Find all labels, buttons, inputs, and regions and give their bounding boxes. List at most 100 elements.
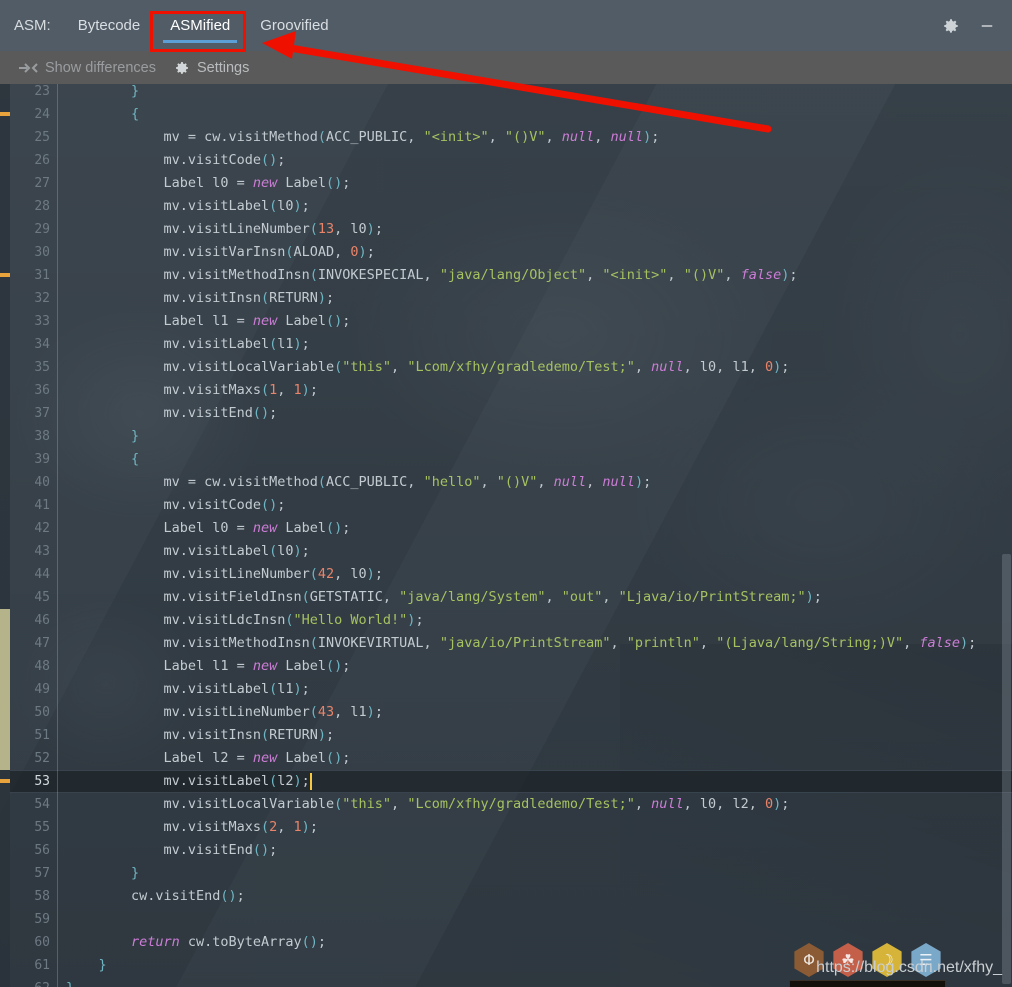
code-token-pl: mv.visitLocalVariable: [163, 796, 335, 812]
line-number: 52: [34, 751, 50, 766]
code-token-pl: ;: [789, 267, 798, 283]
line-number: 43: [34, 544, 50, 559]
show-differences-button[interactable]: Show differences: [18, 60, 156, 76]
code-line[interactable]: mv.visitLineNumber(43, l1);: [163, 701, 383, 724]
code-token-par: ): [358, 244, 367, 260]
code-token-pl: ;: [366, 244, 375, 260]
code-token-str: "<init>": [602, 267, 668, 283]
code-token-pl: , l0: [334, 566, 367, 582]
code-line[interactable]: mv.visitLabel(l0);: [163, 540, 309, 563]
code-token-pl: ACC_PUBLIC,: [326, 474, 424, 490]
code-token-par: (: [260, 382, 270, 398]
code-token-pl: mv.visitCode: [163, 497, 261, 513]
code-token-par: (): [301, 934, 318, 950]
code-line[interactable]: mv.visitFieldInsn(GETSTATIC, "java/lang/…: [163, 586, 821, 609]
gutter-change-bar[interactable]: [0, 609, 10, 770]
code-line[interactable]: mv.visitEnd();: [163, 839, 277, 862]
code-line[interactable]: mv.visitLabel(l1);: [163, 333, 309, 356]
code-line[interactable]: mv.visitLocalVariable("this", "Lcom/xfhy…: [163, 356, 789, 379]
code-token-pl: ,: [277, 819, 294, 835]
code-line[interactable]: Label l0 = new Label();: [163, 517, 350, 540]
code-line[interactable]: mv.visitMaxs(2, 1);: [163, 816, 318, 839]
code-token-pl: l1: [277, 336, 294, 352]
change-marker-gutter[interactable]: [0, 84, 10, 987]
code-line[interactable]: Label l1 = new Label();: [163, 310, 350, 333]
minimize-icon[interactable]: [972, 11, 1002, 41]
gutter-change-mark[interactable]: [0, 112, 10, 116]
code-line[interactable]: mv.visitLabel(l2);: [163, 770, 309, 793]
code-line[interactable]: mv.visitMethodInsn(INVOKESPECIAL, "java/…: [163, 264, 797, 287]
vertical-scrollbar-thumb[interactable]: [1002, 554, 1011, 984]
code-line[interactable]: mv.visitInsn(RETURN);: [163, 724, 334, 747]
code-line[interactable]: Label l1 = new Label();: [163, 655, 350, 678]
tab-asmified[interactable]: ASMified: [155, 0, 245, 51]
line-number: 28: [34, 199, 50, 214]
line-number: 47: [34, 636, 50, 651]
code-line[interactable]: mv.visitCode();: [163, 494, 285, 517]
code-token-par: (: [260, 290, 270, 306]
code-line[interactable]: mv.visitCode();: [163, 149, 285, 172]
vertical-scrollbar[interactable]: [1001, 84, 1012, 987]
line-number: 42: [34, 521, 50, 536]
code-line[interactable]: return cw.toByteArray();: [131, 931, 326, 954]
code-token-par: ): [366, 221, 375, 237]
settings-gear-icon[interactable]: [936, 11, 966, 41]
gutter-change-mark[interactable]: [0, 273, 10, 277]
code-token-pl: ;: [317, 934, 327, 950]
code-token-pl: ;: [309, 382, 318, 398]
code-line[interactable]: Label l2 = new Label();: [163, 747, 350, 770]
line-number: 49: [34, 682, 50, 697]
line-number: 55: [34, 820, 50, 835]
line-number: 54: [34, 797, 50, 812]
tab-bytecode[interactable]: Bytecode: [63, 0, 156, 51]
code-line[interactable]: mv.visitLdcInsn("Hello World!");: [163, 609, 423, 632]
code-line[interactable]: mv = cw.visitMethod(ACC_PUBLIC, "<init>"…: [163, 126, 659, 149]
code-token-pl: ;: [342, 750, 351, 766]
code-line[interactable]: mv.visitMethodInsn(INVOKEVIRTUAL, "java/…: [163, 632, 976, 655]
code-token-pl: INVOKESPECIAL,: [317, 267, 440, 283]
line-number: 61: [34, 958, 50, 973]
code-token-pl: ;: [326, 290, 335, 306]
code-editor[interactable]: 23 24 25 26 27 28 29 30 31 32 33 34 35 36 37 38 39 40 41 42…: [0, 84, 1012, 987]
code-token-kw: null: [553, 474, 587, 490]
tab-groovified[interactable]: Groovified: [245, 0, 343, 51]
code-line[interactable]: mv.visitMaxs(1, 1);: [163, 379, 318, 402]
line-number: 35: [34, 360, 50, 375]
code-line[interactable]: mv.visitLineNumber(42, l0);: [163, 563, 383, 586]
code-token-par: (): [326, 313, 343, 329]
code-line[interactable]: mv.visitVarInsn(ALOAD, 0);: [163, 241, 374, 264]
line-number: 25: [34, 130, 50, 145]
code-token-par: ): [301, 819, 310, 835]
code-line[interactable]: mv.visitLineNumber(13, l0);: [163, 218, 383, 241]
code-line[interactable]: {: [131, 103, 139, 126]
code-line[interactable]: }: [66, 977, 74, 987]
code-token-pl: ;: [277, 152, 286, 168]
gutter-change-mark[interactable]: [0, 779, 10, 783]
code-line[interactable]: mv = cw.visitMethod(ACC_PUBLIC, "hello",…: [163, 471, 651, 494]
settings-button[interactable]: Settings: [174, 60, 249, 76]
code-line[interactable]: cw.visitEnd();: [131, 885, 245, 908]
code-token-par: {: [130, 106, 140, 122]
code-line[interactable]: mv.visitLabel(l1);: [163, 678, 309, 701]
code-line[interactable]: }: [98, 954, 106, 977]
code-token-pl: cw.visitEnd: [130, 888, 221, 904]
code-line[interactable]: mv.visitLocalVariable("this", "Lcom/xfhy…: [163, 793, 789, 816]
code-token-pl: GETSTATIC,: [309, 589, 400, 605]
code-line[interactable]: }: [131, 862, 139, 885]
code-line[interactable]: mv.visitLabel(l0);: [163, 195, 309, 218]
code-line[interactable]: Label l0 = new Label();: [163, 172, 350, 195]
code-token-str: "java/lang/System": [399, 589, 546, 605]
code-line[interactable]: mv.visitEnd();: [163, 402, 277, 425]
code-line[interactable]: mv.visitInsn(RETURN);: [163, 287, 334, 310]
code-token-pl: ,: [594, 129, 611, 145]
code-token-par: (: [260, 727, 270, 743]
code-token-kw: false: [919, 635, 961, 651]
code-token-pl: mv.visitLabel: [163, 681, 270, 697]
lol-name-plate: LEAGUE OF LEGENDS: [789, 980, 974, 987]
code-line[interactable]: {: [131, 448, 139, 471]
code-token-par: (: [309, 221, 318, 237]
code-token-pl: Label l0 =: [163, 175, 253, 191]
code-token-par: (: [309, 267, 318, 283]
code-line[interactable]: }: [131, 84, 139, 103]
code-line[interactable]: }: [131, 425, 139, 448]
